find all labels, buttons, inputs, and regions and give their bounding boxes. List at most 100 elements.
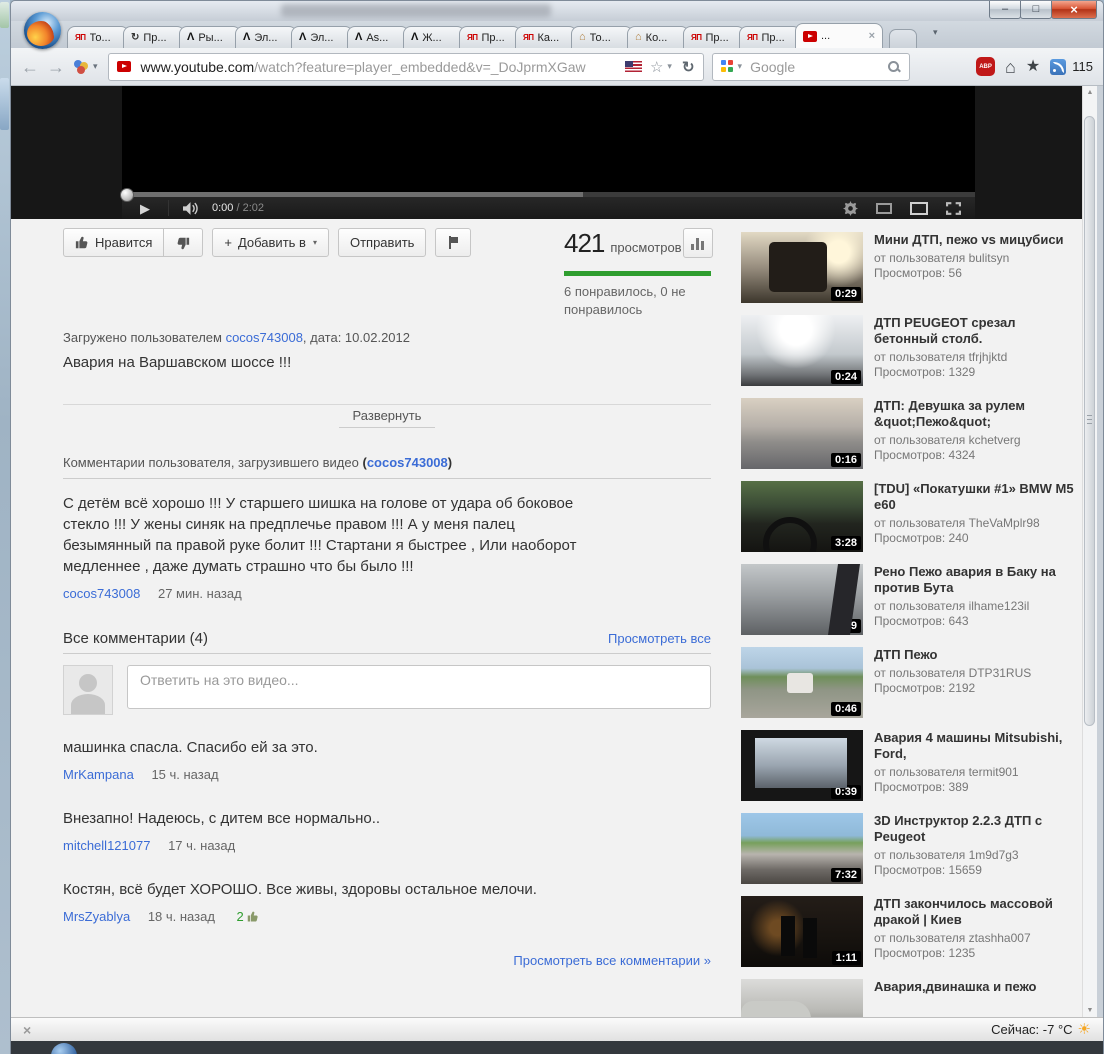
video-thumbnail[interactable]: 0:39 — [741, 730, 863, 801]
related-video-title[interactable]: 3D Инструктор 2.2.3 ДТП с Peugeot — [874, 813, 1082, 845]
volume-icon[interactable] — [169, 202, 212, 215]
close-button[interactable]: × — [1051, 1, 1097, 19]
small-player-icon[interactable] — [867, 203, 901, 214]
related-video-title[interactable]: Рено Пежо авария в Баку на против Бута — [874, 564, 1082, 596]
related-video-item[interactable]: 0:46 ДТП Пежоот пользователя DTP31RUSПро… — [741, 647, 1082, 730]
adblock-icon[interactable]: ABP — [976, 57, 995, 76]
bookmarks-star-icon[interactable]: ★ — [1026, 59, 1040, 75]
related-video-title[interactable]: Авария 4 машины Mitsubishi, Ford, — [874, 730, 1082, 762]
video-thumbnail[interactable] — [741, 979, 863, 1017]
related-video-title[interactable]: [TDU] «Покатушки #1» BMW M5 e60 — [874, 481, 1082, 513]
video-screen[interactable] — [122, 86, 975, 192]
google-logo-icon[interactable] — [721, 60, 734, 73]
uploader-link[interactable]: cocos743008 — [367, 455, 448, 470]
page-scrollbar[interactable]: ▲ ▼ — [1082, 86, 1097, 1017]
settings-gear-icon[interactable] — [834, 201, 867, 216]
tab-9[interactable]: ⌂То... — [571, 26, 633, 48]
related-video-item[interactable]: 3:28 [TDU] «Покатушки #1» BMW M5 e60от п… — [741, 481, 1082, 564]
like-button[interactable]: Нравится — [63, 228, 164, 257]
related-video-item[interactable]: 0:29 Мини ДТП, пежо vs мицубисиот пользо… — [741, 232, 1082, 315]
minimize-button[interactable]: – — [989, 1, 1021, 19]
video-thumbnail[interactable]: 0:24 — [741, 315, 863, 386]
us-flag-icon[interactable] — [625, 61, 642, 72]
video-thumbnail[interactable]: 1:11 — [741, 896, 863, 967]
related-video-title[interactable]: Авария,двинашка и пежо — [874, 979, 1036, 995]
tab-12[interactable]: ЯППр... — [739, 26, 801, 48]
related-video-item[interactable]: 7:32 3D Инструктор 2.2.3 ДТП с Peugeotот… — [741, 813, 1082, 896]
tab-5[interactable]: ΛAs... — [347, 26, 409, 48]
play-icon[interactable]: ▶ — [122, 202, 168, 215]
tab-0[interactable]: ЯПТо... — [67, 26, 129, 48]
tab-2[interactable]: ΛРы... — [179, 26, 241, 48]
tab-1[interactable]: ↻Пр... — [123, 26, 185, 48]
url-bar[interactable]: www.youtube.com /watch?feature=player_em… — [108, 53, 704, 81]
bookmarks-menu-icon[interactable] — [73, 60, 91, 74]
view-all-link[interactable]: Просмотреть все — [608, 631, 711, 646]
tab-3[interactable]: ΛЭл... — [235, 26, 297, 48]
comment-author-link[interactable]: MrsZyablya — [63, 909, 130, 924]
add-to-button[interactable]: + Добавить в ▾ — [212, 228, 329, 257]
statistics-button[interactable] — [683, 228, 713, 258]
video-thumbnail[interactable]: 3:28 — [741, 481, 863, 552]
related-video-item[interactable]: 1:11 ДТП закончилось массовой дракой | К… — [741, 896, 1082, 979]
firefox-menu-button[interactable] — [24, 12, 61, 49]
comment-author-link[interactable]: cocos743008 — [63, 586, 140, 601]
tab-close-icon[interactable]: × — [869, 30, 875, 42]
related-video-title[interactable]: ДТП Пежо — [874, 647, 1031, 663]
tab-4[interactable]: ΛЭл... — [291, 26, 353, 48]
wide-player-icon[interactable] — [901, 202, 937, 215]
video-thumbnail[interactable]: 0:46 — [741, 647, 863, 718]
maximize-button[interactable]: □ — [1020, 1, 1052, 19]
tab-10[interactable]: ⌂Ко... — [627, 26, 689, 48]
related-video-title[interactable]: ДТП: Девушка за рулем &quot;Пежо&quot; — [874, 398, 1082, 430]
titlebar[interactable]: – □ × — [11, 1, 1103, 21]
bar-chart-icon — [691, 238, 706, 250]
video-thumbnail[interactable]: 7:32 — [741, 813, 863, 884]
search-icon[interactable] — [887, 60, 901, 74]
expand-button[interactable]: Развернуть — [339, 406, 436, 428]
home-icon[interactable]: ⌂ — [1005, 58, 1016, 76]
related-video-item[interactable]: 0:16 ДТП: Девушка за рулем &quot;Пежо&qu… — [741, 398, 1082, 481]
weather-widget[interactable]: Сейчас: -7 °C ☀ — [991, 1022, 1091, 1037]
fullscreen-icon[interactable] — [937, 202, 975, 215]
scroll-up-icon[interactable]: ▲ — [1083, 89, 1097, 96]
video-thumbnail[interactable]: 0:29 — [741, 232, 863, 303]
tab-11[interactable]: ЯППр... — [683, 26, 745, 48]
bookmark-star-icon[interactable]: ☆ — [650, 58, 663, 76]
scrollbar-thumb[interactable] — [1084, 116, 1095, 726]
tab-6[interactable]: ΛЖ... — [403, 26, 465, 48]
tab-youtube-active[interactable]: ... × — [795, 23, 883, 48]
search-engine-caret-icon[interactable]: ▾ — [738, 61, 743, 72]
view-all-comments-link[interactable]: Просмотреть все комментарии » — [513, 953, 711, 968]
video-thumbnail[interactable]: 0:16 — [741, 398, 863, 469]
related-video-item[interactable]: Авария,двинашка и пежо — [741, 979, 1082, 1017]
url-dropdown-caret-icon[interactable]: ▾ — [667, 61, 672, 72]
tab-7[interactable]: ЯППр... — [459, 26, 521, 48]
tab-overflow-caret-icon[interactable]: ▾ — [933, 27, 938, 44]
related-video-title[interactable]: ДТП закончилось массовой дракой | Киев — [874, 896, 1082, 928]
share-button[interactable]: Отправить — [338, 228, 426, 257]
reply-input[interactable] — [127, 665, 711, 709]
rss-icon[interactable] — [1050, 59, 1066, 75]
scroll-down-icon[interactable]: ▼ — [1083, 1007, 1097, 1014]
related-video-item[interactable]: 0:39 Рено Пежо авария в Баку на против Б… — [741, 564, 1082, 647]
back-icon[interactable]: ← — [21, 58, 39, 76]
uploader-link[interactable]: cocos743008 — [226, 330, 303, 345]
related-video-title[interactable]: ДТП PEUGEOT срезал бетонный столб. — [874, 315, 1082, 347]
search-bar[interactable]: ▾ Google — [712, 53, 910, 81]
comment-author-link[interactable]: mitchell121077 — [63, 838, 150, 853]
flag-button[interactable] — [435, 228, 471, 257]
reload-icon[interactable]: ↻ — [682, 58, 695, 76]
forward-icon[interactable]: → — [47, 58, 65, 76]
related-video-item[interactable]: 0:24 ДТП PEUGEOT срезал бетонный столб.о… — [741, 315, 1082, 398]
related-video-item[interactable]: 0:39 Авария 4 машины Mitsubishi, Ford,от… — [741, 730, 1082, 813]
related-video-title[interactable]: Мини ДТП, пежо vs мицубиси — [874, 232, 1064, 248]
tab-8[interactable]: ЯПКа... — [515, 26, 577, 48]
video-thumbnail[interactable]: 0:39 — [741, 564, 863, 635]
comment-author-link[interactable]: MrKampana — [63, 767, 134, 782]
bookmarks-caret-icon[interactable]: ▾ — [93, 61, 98, 72]
new-tab-button[interactable] — [889, 29, 917, 48]
uploaded-by-line: Загружено пользователем cocos743008, дат… — [63, 330, 711, 345]
dislike-button[interactable] — [163, 228, 203, 257]
addon-bar-close-icon[interactable]: × — [23, 1023, 31, 1037]
